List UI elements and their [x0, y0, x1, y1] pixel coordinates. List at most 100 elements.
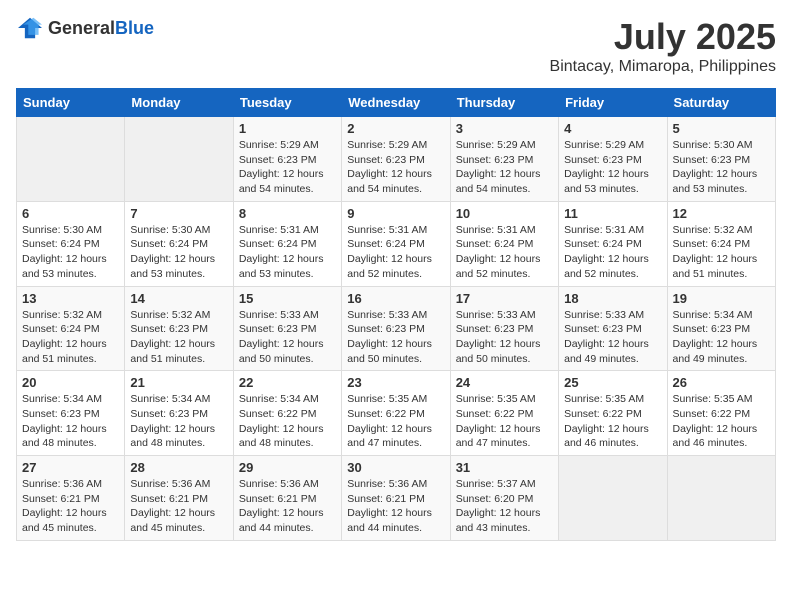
day-number: 5: [673, 121, 770, 136]
logo-general: General: [48, 18, 115, 38]
calendar-cell: 20Sunrise: 5:34 AMSunset: 6:23 PMDayligh…: [17, 371, 125, 456]
weekday-header: Thursday: [450, 89, 558, 117]
day-number: 22: [239, 375, 336, 390]
day-number: 3: [456, 121, 553, 136]
cell-info: Sunrise: 5:35 AMSunset: 6:22 PMDaylight:…: [673, 392, 770, 451]
day-number: 10: [456, 206, 553, 221]
day-number: 14: [130, 291, 227, 306]
calendar-cell: 7 Sunrise: 5:30 AMSunset: 6:24 PMDaylight…: [125, 201, 233, 286]
calendar-cell: 23 Sunrise: 5:35 AMSunset: 6:22 PMDayligh…: [342, 371, 450, 456]
location-title: Bintacay, Mimaropa, Philippines: [550, 58, 776, 76]
weekday-header: Wednesday: [342, 89, 450, 117]
day-number: 15: [239, 291, 336, 306]
cell-info: Sunrise: 5:36 AMSunset: 6:21 PMDaylight:…: [22, 477, 119, 536]
calendar-cell: [125, 117, 233, 202]
day-number: 12: [673, 206, 770, 221]
logo-icon: [16, 16, 44, 40]
calendar-cell: 25 Sunrise: 5:35 AMSunset: 6:22 PMDayligh…: [559, 371, 667, 456]
cell-info: Sunrise: 5:29 AMSunset: 6:23 PMDaylight:…: [456, 138, 553, 197]
cell-info: Sunrise: 5:32 AMSunset: 6:24 PMDaylight:…: [673, 223, 770, 282]
day-number: 30: [347, 460, 444, 475]
calendar-cell: 10 Sunrise: 5:31 AMSunset: 6:24 PMDayligh…: [450, 201, 558, 286]
calendar-cell: 5 Sunrise: 5:30 AMSunset: 6:23 PMDaylight…: [667, 117, 775, 202]
day-number: 23: [347, 375, 444, 390]
day-number: 19: [673, 291, 770, 306]
calendar-week-row: 6 Sunrise: 5:30 AMSunset: 6:24 PMDaylight…: [17, 201, 776, 286]
day-number: 9: [347, 206, 444, 221]
cell-info: Sunrise: 5:34 AMSunset: 6:23 PMDaylight:…: [673, 308, 770, 367]
day-number: 20: [22, 375, 119, 390]
calendar-cell: 19 Sunrise: 5:34 AMSunset: 6:23 PMDayligh…: [667, 286, 775, 371]
calendar-week-row: 1 Sunrise: 5:29 AMSunset: 6:23 PMDaylight…: [17, 117, 776, 202]
cell-info: Sunrise: 5:33 AMSunset: 6:23 PMDaylight:…: [456, 308, 553, 367]
month-title: July 2025: [550, 16, 776, 58]
title-area: July 2025 Bintacay, Mimaropa, Philippine…: [550, 16, 776, 76]
cell-info: Sunrise: 5:32 AMSunset: 6:23 PMDaylight:…: [130, 308, 227, 367]
cell-info: Sunrise: 5:31 AMSunset: 6:24 PMDaylight:…: [564, 223, 661, 282]
day-number: 25: [564, 375, 661, 390]
calendar-cell: 11 Sunrise: 5:31 AMSunset: 6:24 PMDayligh…: [559, 201, 667, 286]
day-number: 31: [456, 460, 553, 475]
calendar-week-row: 13Sunrise: 5:32 AMSunset: 6:24 PMDayligh…: [17, 286, 776, 371]
calendar-cell: 2Sunrise: 5:29 AMSunset: 6:23 PMDaylight…: [342, 117, 450, 202]
cell-info: Sunrise: 5:36 AMSunset: 6:21 PMDaylight:…: [347, 477, 444, 536]
day-number: 24: [456, 375, 553, 390]
cell-info: Sunrise: 5:30 AMSunset: 6:24 PMDaylight:…: [22, 223, 119, 282]
day-number: 17: [456, 291, 553, 306]
calendar-cell: 28 Sunrise: 5:36 AMSunset: 6:21 PMDayligh…: [125, 456, 233, 541]
day-number: 18: [564, 291, 661, 306]
calendar-cell: 8 Sunrise: 5:31 AMSunset: 6:24 PMDaylight…: [233, 201, 341, 286]
weekday-header: Monday: [125, 89, 233, 117]
calendar-cell: 24Sunrise: 5:35 AMSunset: 6:22 PMDayligh…: [450, 371, 558, 456]
calendar-cell: 9 Sunrise: 5:31 AMSunset: 6:24 PMDaylight…: [342, 201, 450, 286]
calendar-cell: 12 Sunrise: 5:32 AMSunset: 6:24 PMDayligh…: [667, 201, 775, 286]
day-number: 28: [130, 460, 227, 475]
day-number: 7: [130, 206, 227, 221]
day-number: 2: [347, 121, 444, 136]
cell-info: Sunrise: 5:35 AMSunset: 6:22 PMDaylight:…: [564, 392, 661, 451]
cell-info: Sunrise: 5:36 AMSunset: 6:21 PMDaylight:…: [130, 477, 227, 536]
day-number: 11: [564, 206, 661, 221]
calendar-cell: 30 Sunrise: 5:36 AMSunset: 6:21 PMDayligh…: [342, 456, 450, 541]
calendar-cell: [17, 117, 125, 202]
weekday-header: Friday: [559, 89, 667, 117]
day-number: 1: [239, 121, 336, 136]
day-number: 6: [22, 206, 119, 221]
calendar-cell: 1 Sunrise: 5:29 AMSunset: 6:23 PMDaylight…: [233, 117, 341, 202]
day-number: 16: [347, 291, 444, 306]
cell-info: Sunrise: 5:29 AMSunset: 6:23 PMDaylight:…: [239, 138, 336, 197]
logo-text: GeneralBlue: [48, 18, 154, 39]
cell-info: Sunrise: 5:36 AMSunset: 6:21 PMDaylight:…: [239, 477, 336, 536]
calendar-cell: [559, 456, 667, 541]
calendar-cell: 6 Sunrise: 5:30 AMSunset: 6:24 PMDaylight…: [17, 201, 125, 286]
calendar-cell: 26 Sunrise: 5:35 AMSunset: 6:22 PMDayligh…: [667, 371, 775, 456]
logo-blue: Blue: [115, 18, 154, 38]
cell-info: Sunrise: 5:35 AMSunset: 6:22 PMDaylight:…: [347, 392, 444, 451]
calendar-cell: 22Sunrise: 5:34 AMSunset: 6:22 PMDayligh…: [233, 371, 341, 456]
calendar-table: SundayMondayTuesdayWednesdayThursdayFrid…: [16, 88, 776, 541]
calendar-cell: 29Sunrise: 5:36 AMSunset: 6:21 PMDayligh…: [233, 456, 341, 541]
calendar-cell: 18 Sunrise: 5:33 AMSunset: 6:23 PMDayligh…: [559, 286, 667, 371]
calendar-cell: 21Sunrise: 5:34 AMSunset: 6:23 PMDayligh…: [125, 371, 233, 456]
day-number: 27: [22, 460, 119, 475]
cell-info: Sunrise: 5:31 AMSunset: 6:24 PMDaylight:…: [239, 223, 336, 282]
day-number: 8: [239, 206, 336, 221]
calendar-cell: 17 Sunrise: 5:33 AMSunset: 6:23 PMDayligh…: [450, 286, 558, 371]
cell-info: Sunrise: 5:33 AMSunset: 6:23 PMDaylight:…: [347, 308, 444, 367]
cell-info: Sunrise: 5:31 AMSunset: 6:24 PMDaylight:…: [456, 223, 553, 282]
day-number: 26: [673, 375, 770, 390]
cell-info: Sunrise: 5:30 AMSunset: 6:24 PMDaylight:…: [130, 223, 227, 282]
cell-info: Sunrise: 5:29 AMSunset: 6:23 PMDaylight:…: [564, 138, 661, 197]
cell-info: Sunrise: 5:33 AMSunset: 6:23 PMDaylight:…: [564, 308, 661, 367]
weekday-header: Tuesday: [233, 89, 341, 117]
calendar-week-row: 27 Sunrise: 5:36 AMSunset: 6:21 PMDayligh…: [17, 456, 776, 541]
calendar-cell: 3 Sunrise: 5:29 AMSunset: 6:23 PMDaylight…: [450, 117, 558, 202]
day-number: 13: [22, 291, 119, 306]
cell-info: Sunrise: 5:30 AMSunset: 6:23 PMDaylight:…: [673, 138, 770, 197]
cell-info: Sunrise: 5:37 AMSunset: 6:20 PMDaylight:…: [456, 477, 553, 536]
cell-info: Sunrise: 5:34 AMSunset: 6:23 PMDaylight:…: [130, 392, 227, 451]
calendar-cell: 13Sunrise: 5:32 AMSunset: 6:24 PMDayligh…: [17, 286, 125, 371]
weekday-header: Sunday: [17, 89, 125, 117]
cell-info: Sunrise: 5:31 AMSunset: 6:24 PMDaylight:…: [347, 223, 444, 282]
calendar-cell: 15Sunrise: 5:33 AMSunset: 6:23 PMDayligh…: [233, 286, 341, 371]
